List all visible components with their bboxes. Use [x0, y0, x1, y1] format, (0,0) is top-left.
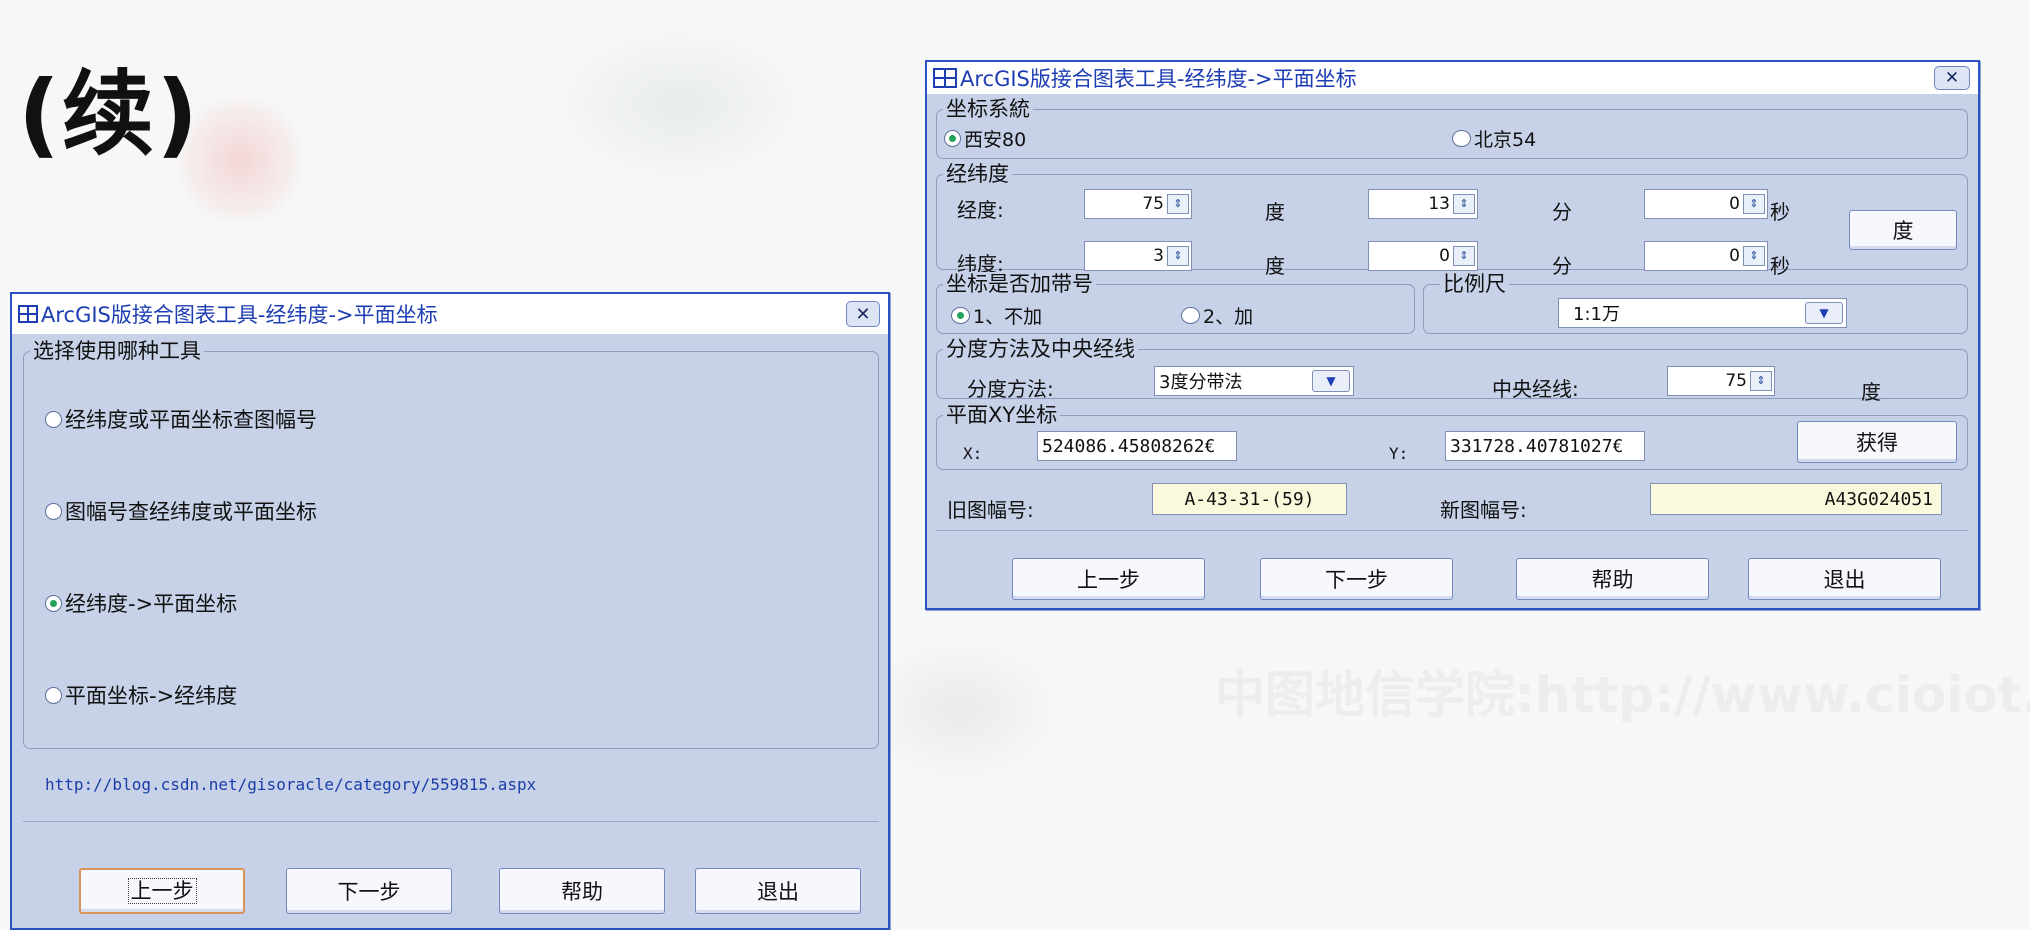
help-button[interactable]: 帮助 — [1516, 558, 1709, 600]
spin-updown-icon[interactable]: ⇕ — [1453, 194, 1475, 214]
option-label: 北京54 — [1474, 129, 1537, 151]
option-lookup-sheet-number[interactable]: 经纬度或平面坐标查图幅号 — [45, 404, 317, 434]
spin-updown-icon[interactable]: ⇕ — [1743, 246, 1765, 266]
background-decoration — [560, 30, 800, 180]
division-method-select[interactable]: 3度分带法 ▼ — [1154, 366, 1354, 396]
grid-icon — [18, 305, 38, 323]
new-sheet-number-label: 新图幅号: — [1440, 498, 1527, 522]
exit-button[interactable]: 退出 — [695, 868, 861, 914]
latitude-degree-input[interactable]: 3 ⇕ — [1084, 241, 1192, 271]
x-coordinate-field[interactable]: 524086.45808262€ — [1037, 431, 1237, 461]
radio-xian80[interactable]: 西安80 — [944, 125, 1026, 152]
division-method-group: 分度方法及中央经线 — [936, 337, 1968, 399]
page-title: (续) — [18, 61, 201, 168]
longitude-second-input[interactable]: 0 ⇕ — [1644, 189, 1768, 219]
divider — [936, 530, 1968, 531]
latlon-to-plane-dialog: ArcGIS版接合图表工具-经纬度->平面坐标 ✕ 坐标系統 西安80 北京54… — [925, 60, 1980, 610]
close-button[interactable]: ✕ — [1934, 66, 1970, 90]
dialog-titlebar: ArcGIS版接合图表工具-经纬度->平面坐标 ✕ — [12, 294, 888, 334]
second-unit: 秒 — [1770, 254, 1790, 278]
latitude-second-input[interactable]: 0 ⇕ — [1644, 241, 1768, 271]
scale-select[interactable]: 1:1万 ▼ — [1558, 298, 1847, 328]
option-label: 图幅号查经纬度或平面坐标 — [65, 500, 317, 524]
chevron-down-icon: ▼ — [1805, 302, 1843, 324]
radio-icon — [45, 410, 62, 428]
next-step-button[interactable]: 下一步 — [1260, 558, 1453, 600]
option-label: 2、加 — [1203, 306, 1254, 328]
group-label: 分度方法及中央经线 — [943, 337, 1138, 361]
old-sheet-number-label: 旧图幅号: — [947, 498, 1034, 522]
option-label: 经纬度或平面坐标查图幅号 — [65, 408, 317, 432]
dialog-title: ArcGIS版接合图表工具-经纬度->平面坐标 — [41, 303, 438, 327]
longitude-degree-input[interactable]: 75 ⇕ — [1084, 189, 1192, 219]
tool-selector-dialog: ArcGIS版接合图表工具-经纬度->平面坐标 ✕ 选择使用哪种工具 经纬度或平… — [10, 292, 890, 930]
y-label: Y: — [1389, 444, 1409, 463]
group-label: 比例尺 — [1440, 272, 1509, 296]
get-coordinates-button[interactable]: 获得 — [1797, 421, 1957, 463]
degree-unit: 度 — [1265, 254, 1285, 278]
radio-icon — [1181, 307, 1200, 324]
prev-step-button[interactable]: 上一步 — [1012, 558, 1205, 600]
spin-updown-icon[interactable]: ⇕ — [1453, 246, 1475, 266]
central-meridian-label: 中央经线: — [1492, 377, 1579, 401]
old-sheet-number-field[interactable]: A-43-31-(59) — [1152, 483, 1347, 515]
radio-selected-icon — [45, 594, 62, 612]
radio-icon — [45, 686, 62, 704]
blog-link[interactable]: http://blog.csdn.net/gisoracle/category/… — [45, 775, 536, 794]
close-icon: ✕ — [855, 303, 871, 325]
grid-icon — [933, 68, 957, 88]
longitude-minute-input[interactable]: 13 ⇕ — [1368, 189, 1478, 219]
second-unit: 秒 — [1770, 200, 1790, 224]
spin-updown-icon[interactable]: ⇕ — [1750, 371, 1772, 391]
degree-button[interactable]: 度 — [1849, 210, 1957, 250]
group-label: 坐标系統 — [943, 97, 1033, 121]
x-label: X: — [963, 444, 983, 463]
prev-step-button[interactable]: 上一步 — [79, 868, 245, 914]
group-label: 经纬度 — [943, 162, 1012, 186]
option-latlon-to-plane[interactable]: 经纬度->平面坐标 — [45, 588, 237, 618]
watermark: 中图地信学院:http://www.cioiot.cn — [1215, 666, 2030, 724]
option-label: 平面坐标->经纬度 — [65, 684, 238, 708]
latitude-minute-input[interactable]: 0 ⇕ — [1368, 241, 1478, 271]
radio-selected-icon — [944, 130, 961, 147]
y-coordinate-field[interactable]: 331728.40781027€ — [1445, 431, 1645, 461]
next-step-button[interactable]: 下一步 — [286, 868, 452, 914]
spin-updown-icon[interactable]: ⇕ — [1167, 194, 1189, 214]
option-label: 经纬度->平面坐标 — [65, 592, 238, 616]
group-label: 选择使用哪种工具 — [30, 339, 204, 363]
degree-unit: 度 — [1265, 200, 1285, 224]
option-label: 西安80 — [964, 129, 1027, 151]
chevron-down-icon: ▼ — [1312, 370, 1350, 392]
close-icon: ✕ — [1944, 68, 1960, 88]
radio-add-zone[interactable]: 2、加 — [1181, 302, 1253, 329]
longitude-label: 经度: — [957, 198, 1004, 222]
radio-icon — [1452, 130, 1471, 147]
group-label: 坐标是否加带号 — [943, 272, 1096, 296]
central-meridian-unit: 度 — [1861, 380, 1881, 404]
spin-updown-icon[interactable]: ⇕ — [1167, 246, 1189, 266]
new-sheet-number-field[interactable]: A43G024051 — [1650, 483, 1942, 515]
radio-icon — [45, 502, 62, 520]
option-label: 1、不加 — [973, 306, 1043, 328]
central-meridian-input[interactable]: 75 ⇕ — [1667, 366, 1775, 396]
minute-unit: 分 — [1552, 200, 1572, 224]
close-button[interactable]: ✕ — [846, 301, 880, 327]
minute-unit: 分 — [1552, 254, 1572, 278]
option-plane-to-latlon[interactable]: 平面坐标->经纬度 — [45, 680, 237, 710]
help-button[interactable]: 帮助 — [499, 868, 665, 914]
background-decoration — [860, 640, 1060, 780]
radio-beijing54[interactable]: 北京54 — [1452, 125, 1536, 152]
radio-no-zone[interactable]: 1、不加 — [951, 302, 1042, 329]
spin-updown-icon[interactable]: ⇕ — [1743, 194, 1765, 214]
group-label: 平面XY坐标 — [943, 403, 1061, 427]
option-sheet-to-coords[interactable]: 图幅号查经纬度或平面坐标 — [45, 496, 317, 526]
dialog-titlebar: ArcGIS版接合图表工具-经纬度->平面坐标 ✕ — [927, 62, 1978, 94]
division-method-label: 分度方法: — [967, 377, 1054, 401]
divider — [23, 821, 879, 822]
dialog-title: ArcGIS版接合图表工具-经纬度->平面坐标 — [960, 67, 1357, 91]
radio-selected-icon — [951, 307, 970, 324]
exit-button[interactable]: 退出 — [1748, 558, 1941, 600]
